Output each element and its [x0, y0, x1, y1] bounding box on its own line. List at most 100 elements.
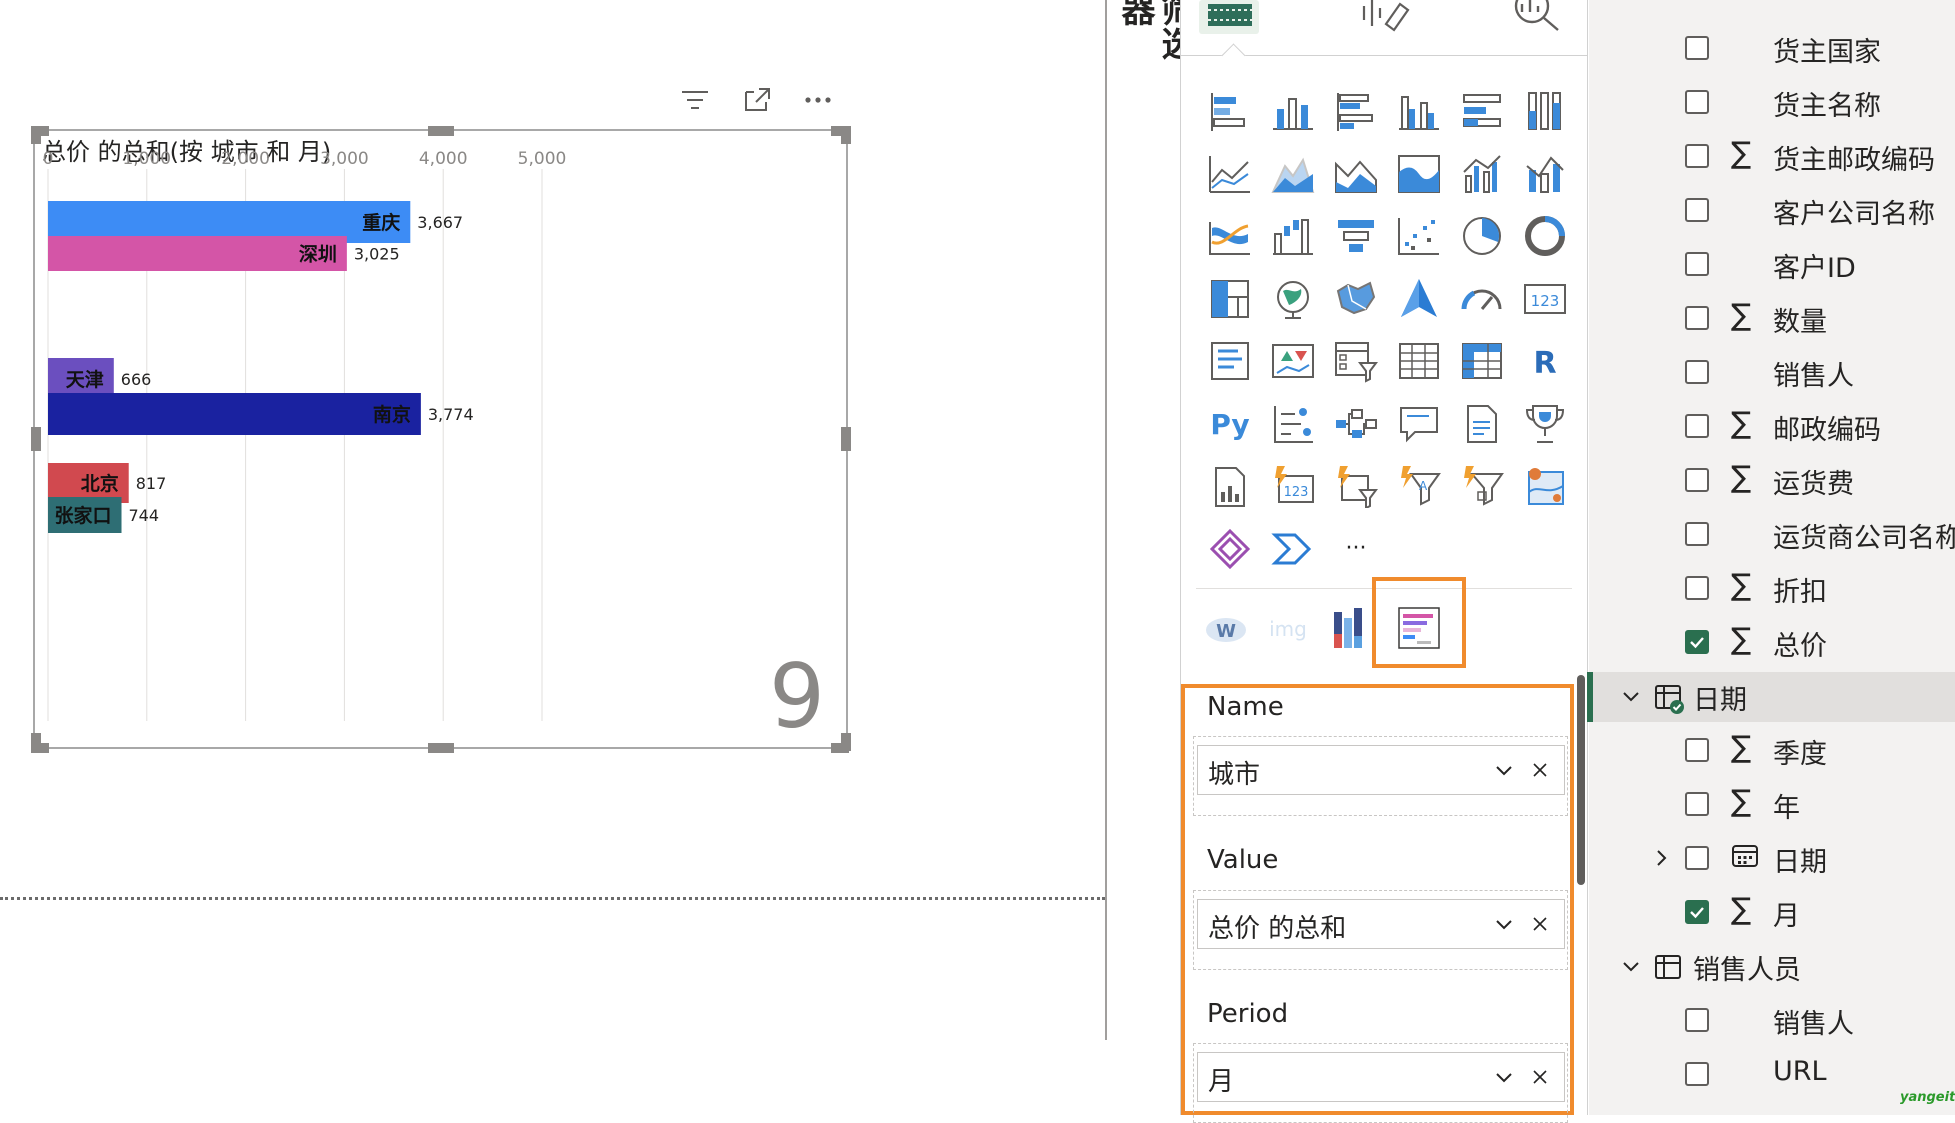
- waterfall-chart-icon[interactable]: [1269, 212, 1317, 260]
- field-checkbox[interactable]: [1685, 36, 1709, 60]
- field-货主邮政编码[interactable]: ∑ 货主邮政编码: [1589, 132, 1955, 182]
- field-销售人[interactable]: 销售人: [1589, 996, 1955, 1046]
- scatter-chart-icon[interactable]: [1395, 212, 1443, 260]
- 100-stacked-area-chart-icon[interactable]: [1395, 150, 1443, 198]
- well-field-name[interactable]: 城市: [1197, 745, 1565, 795]
- smart-narrative-icon[interactable]: [1458, 400, 1506, 448]
- field-checkbox[interactable]: [1685, 576, 1709, 600]
- field-checkbox[interactable]: [1685, 360, 1709, 384]
- field-checkbox[interactable]: [1685, 792, 1709, 816]
- donut-chart-icon[interactable]: [1521, 212, 1569, 260]
- field-checkbox[interactable]: [1685, 900, 1709, 924]
- remove-field-icon[interactable]: [1528, 1065, 1552, 1089]
- python-visual-icon[interactable]: Py: [1206, 400, 1254, 448]
- qa-icon[interactable]: [1395, 400, 1443, 448]
- field-销售人[interactable]: 销售人: [1589, 348, 1955, 398]
- field-checkbox[interactable]: [1685, 252, 1709, 276]
- format-visual-icon[interactable]: [1356, 0, 1426, 38]
- line-clustered-column-chart-icon[interactable]: [1458, 150, 1506, 198]
- table-日期[interactable]: 日期: [1587, 672, 1955, 722]
- multi-row-card-icon[interactable]: [1206, 337, 1254, 385]
- ribbon-chart-icon[interactable]: [1206, 212, 1254, 260]
- word-cloud-icon[interactable]: W: [1202, 604, 1250, 652]
- filter-icon[interactable]: [677, 83, 713, 117]
- table-icon[interactable]: [1395, 337, 1443, 385]
- field-货主名称[interactable]: 货主名称: [1589, 78, 1955, 128]
- remove-field-icon[interactable]: [1528, 758, 1552, 782]
- field-数量[interactable]: ∑ 数量: [1589, 294, 1955, 344]
- chevron-down-icon[interactable]: [1492, 1065, 1516, 1089]
- pie-chart-icon[interactable]: [1458, 212, 1506, 260]
- field-checkbox[interactable]: [1685, 468, 1709, 492]
- filters-pane-tab[interactable]: 筛选器: [1115, 0, 1195, 80]
- viz-pane-scrollbar[interactable]: [1577, 675, 1585, 885]
- power-apps-card-icon[interactable]: 123: [1269, 462, 1317, 510]
- stacked-column-chart-icon[interactable]: [1269, 87, 1317, 135]
- field-运货商公司名称[interactable]: 运货商公司名称: [1589, 510, 1955, 560]
- gauge-icon[interactable]: [1458, 275, 1506, 323]
- key-influencers-icon[interactable]: [1269, 400, 1317, 448]
- more-options-icon[interactable]: [800, 83, 836, 117]
- arcgis-map-icon[interactable]: [1521, 462, 1569, 510]
- matrix-icon[interactable]: [1458, 337, 1506, 385]
- power-apps-text-filter-icon[interactable]: A: [1395, 462, 1443, 510]
- power-automate-icon[interactable]: [1269, 525, 1317, 573]
- line-chart-icon[interactable]: [1206, 150, 1254, 198]
- filled-map-icon[interactable]: [1332, 275, 1380, 323]
- stacked-area-chart-icon[interactable]: [1332, 150, 1380, 198]
- clustered-column-chart-icon[interactable]: [1395, 87, 1443, 135]
- slicer-icon[interactable]: [1332, 337, 1380, 385]
- focus-mode-icon[interactable]: [739, 83, 775, 117]
- field-checkbox[interactable]: [1685, 738, 1709, 762]
- clustered-bar-chart-icon[interactable]: [1332, 87, 1380, 135]
- field-checkbox[interactable]: [1685, 414, 1709, 438]
- line-stacked-column-chart-icon[interactable]: [1521, 150, 1569, 198]
- funnel-chart-icon[interactable]: [1332, 212, 1380, 260]
- stacked-bar-chart-icon[interactable]: [1206, 87, 1254, 135]
- analytics-icon[interactable]: [1498, 0, 1568, 38]
- field-checkbox[interactable]: [1685, 846, 1709, 870]
- chevron-right-icon[interactable]: [1649, 846, 1673, 870]
- azure-map-icon[interactable]: [1395, 275, 1443, 323]
- card-icon[interactable]: 123: [1521, 275, 1569, 323]
- table-销售人员[interactable]: 销售人员: [1589, 942, 1955, 992]
- remove-field-icon[interactable]: [1528, 912, 1552, 936]
- field-运货费[interactable]: ∑ 运货费: [1589, 456, 1955, 506]
- well-field-period[interactable]: 月: [1197, 1052, 1565, 1102]
- chevron-down-icon[interactable]: [1492, 758, 1516, 782]
- kpi-icon[interactable]: [1269, 337, 1317, 385]
- field-货主国家[interactable]: 货主国家: [1589, 24, 1955, 74]
- well-field-value[interactable]: 总价 的总和: [1197, 899, 1565, 949]
- field-总价[interactable]: ∑ 总价: [1589, 618, 1955, 668]
- power-apps-slicer-icon[interactable]: [1332, 462, 1380, 510]
- field-checkbox[interactable]: [1685, 198, 1709, 222]
- chevron-down-icon[interactable]: [1619, 954, 1643, 978]
- field-checkbox[interactable]: [1685, 522, 1709, 546]
- hierarchy-日期[interactable]: 日期: [1589, 834, 1955, 884]
- metrics-icon[interactable]: [1521, 400, 1569, 448]
- 100-stacked-bar-chart-icon[interactable]: [1458, 87, 1506, 135]
- field-年[interactable]: ∑ 年: [1589, 780, 1955, 830]
- bar-南京[interactable]: [48, 393, 421, 435]
- build-visual-icon[interactable]: [1196, 0, 1266, 38]
- r-script-visual-icon[interactable]: R: [1521, 337, 1569, 385]
- area-chart-icon[interactable]: [1269, 150, 1317, 198]
- field-checkbox[interactable]: [1685, 1008, 1709, 1032]
- more-visuals-icon[interactable]: ···: [1332, 525, 1380, 573]
- chevron-down-icon[interactable]: [1492, 912, 1516, 936]
- power-apps-filter-icon[interactable]: [1458, 462, 1506, 510]
- chevron-down-icon[interactable]: [1619, 684, 1643, 708]
- field-客户公司名称[interactable]: 客户公司名称: [1589, 186, 1955, 236]
- field-季度[interactable]: ∑ 季度: [1589, 726, 1955, 776]
- field-折扣[interactable]: ∑ 折扣: [1589, 564, 1955, 614]
- field-checkbox[interactable]: [1685, 90, 1709, 114]
- field-月[interactable]: ∑ 月: [1589, 888, 1955, 938]
- field-邮政编码[interactable]: ∑ 邮政编码: [1589, 402, 1955, 452]
- field-checkbox[interactable]: [1685, 1062, 1709, 1086]
- column-visual-icon[interactable]: [1326, 604, 1374, 652]
- field-checkbox[interactable]: [1685, 630, 1709, 654]
- image-visual-icon[interactable]: img: [1264, 604, 1312, 652]
- 100-stacked-column-chart-icon[interactable]: [1521, 87, 1569, 135]
- paginated-report-icon[interactable]: [1206, 462, 1254, 510]
- field-客户ID[interactable]: 客户ID: [1589, 240, 1955, 290]
